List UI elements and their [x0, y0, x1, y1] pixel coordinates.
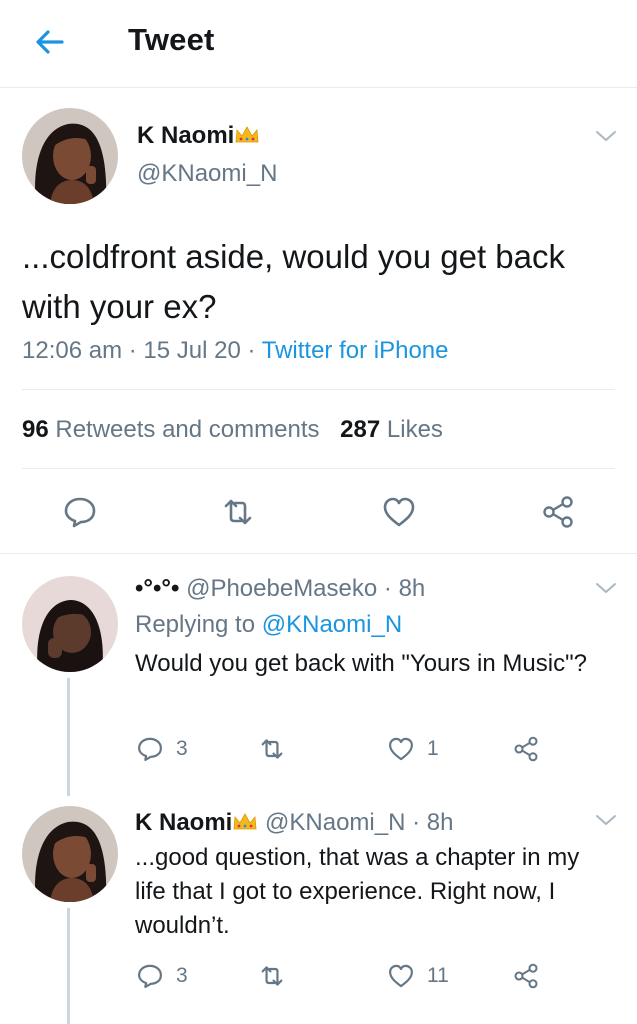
crown-emoji-icon — [235, 126, 259, 143]
share-icon — [514, 736, 538, 762]
retweet-action[interactable] — [258, 962, 286, 990]
retweet-action[interactable] — [258, 735, 286, 763]
likes-count: 287 — [340, 416, 381, 443]
likes-stat[interactable]: 287 Likes — [340, 416, 457, 443]
tweet-time: 12:06 am — [22, 337, 123, 364]
back-arrow-icon[interactable] — [30, 22, 70, 62]
separator-dot: · — [247, 337, 262, 364]
thread-connector — [67, 678, 70, 796]
profile-photo — [22, 108, 118, 204]
avatar[interactable] — [22, 806, 118, 902]
comment-count: 3 — [176, 737, 188, 760]
retweet-icon — [261, 966, 283, 986]
top-bar: Tweet — [0, 0, 637, 88]
comment-action[interactable]: 3 — [136, 962, 188, 990]
like-heart-icon[interactable] — [381, 494, 417, 530]
thread-connector — [67, 908, 70, 1024]
author-name[interactable]: K Naomi — [135, 809, 232, 836]
share-action[interactable] — [512, 962, 540, 990]
reply-text: Would you get back with "Yours in Music"… — [135, 650, 587, 677]
tweet-meta: 12:06 am · 15 Jul 20 · Twitter for iPhon… — [22, 337, 448, 365]
separator-dot: · — [377, 575, 399, 602]
comment-action[interactable]: 3 — [136, 735, 188, 763]
comment-count: 3 — [176, 964, 188, 987]
author-name[interactable]: •°•°• — [135, 575, 179, 602]
chevron-down-icon[interactable] — [594, 128, 618, 144]
reply-text: ...good question, that was a chapter in … — [135, 844, 580, 939]
retweets-count: 96 — [22, 416, 49, 443]
replying-handle[interactable]: @KNaomi_N — [262, 611, 402, 638]
share-icon — [514, 963, 538, 989]
retweets-label: Retweets and comments — [55, 416, 320, 443]
author-name[interactable]: K Naomi — [137, 122, 260, 150]
author-name-text: K Naomi — [137, 122, 235, 149]
reply-time: 8h — [398, 575, 426, 602]
retweet-icon[interactable] — [220, 494, 256, 530]
author-handle[interactable]: @KNaomi_N — [137, 160, 277, 188]
chevron-down-icon[interactable] — [594, 580, 618, 596]
divider — [0, 553, 637, 554]
share-icon[interactable] — [540, 494, 576, 530]
author-handle[interactable]: @KNaomi_N — [265, 809, 405, 836]
replying-to: Replying to @KNaomi_N — [135, 611, 402, 639]
profile-photo — [22, 806, 118, 902]
tweet-stats: 96 Retweets and comments 287 Likes — [22, 416, 457, 444]
page-title: Tweet — [128, 22, 215, 57]
crown-emoji-icon — [233, 813, 257, 830]
like-heart-icon — [389, 737, 413, 761]
reply-time: 8h — [426, 809, 454, 836]
author-handle[interactable]: @PhoebeMaseko — [186, 575, 377, 602]
divider — [22, 468, 615, 469]
like-count: 1 — [427, 737, 439, 760]
tweet-date: 15 Jul 20 — [143, 337, 241, 364]
like-count: 11 — [427, 964, 449, 987]
replying-label: Replying to — [135, 611, 256, 638]
share-action[interactable] — [512, 735, 540, 763]
likes-label: Likes — [386, 416, 443, 443]
chevron-down-icon[interactable] — [594, 812, 618, 828]
like-action[interactable]: 11 — [387, 962, 449, 990]
tweet-text: ...coldfront aside, would you get back w… — [22, 238, 565, 325]
reply-header: •°•°• @PhoebeMaseko · 8h — [135, 575, 425, 603]
tweet-source[interactable]: Twitter for iPhone — [262, 337, 449, 364]
profile-photo — [22, 576, 118, 672]
like-heart-icon — [389, 964, 413, 988]
comment-icon[interactable] — [62, 494, 98, 530]
like-action[interactable]: 1 — [387, 735, 439, 763]
comment-icon — [138, 964, 162, 988]
separator-dot: · — [128, 337, 144, 364]
divider — [22, 389, 615, 390]
reply-header: K Naomi @KNaomi_N · 8h — [135, 809, 453, 837]
comment-icon — [138, 737, 162, 761]
separator-dot: · — [405, 809, 427, 836]
avatar[interactable] — [22, 576, 118, 672]
avatar[interactable] — [22, 108, 118, 204]
retweets-stat[interactable]: 96 Retweets and comments — [22, 416, 334, 443]
retweet-icon — [261, 739, 283, 759]
